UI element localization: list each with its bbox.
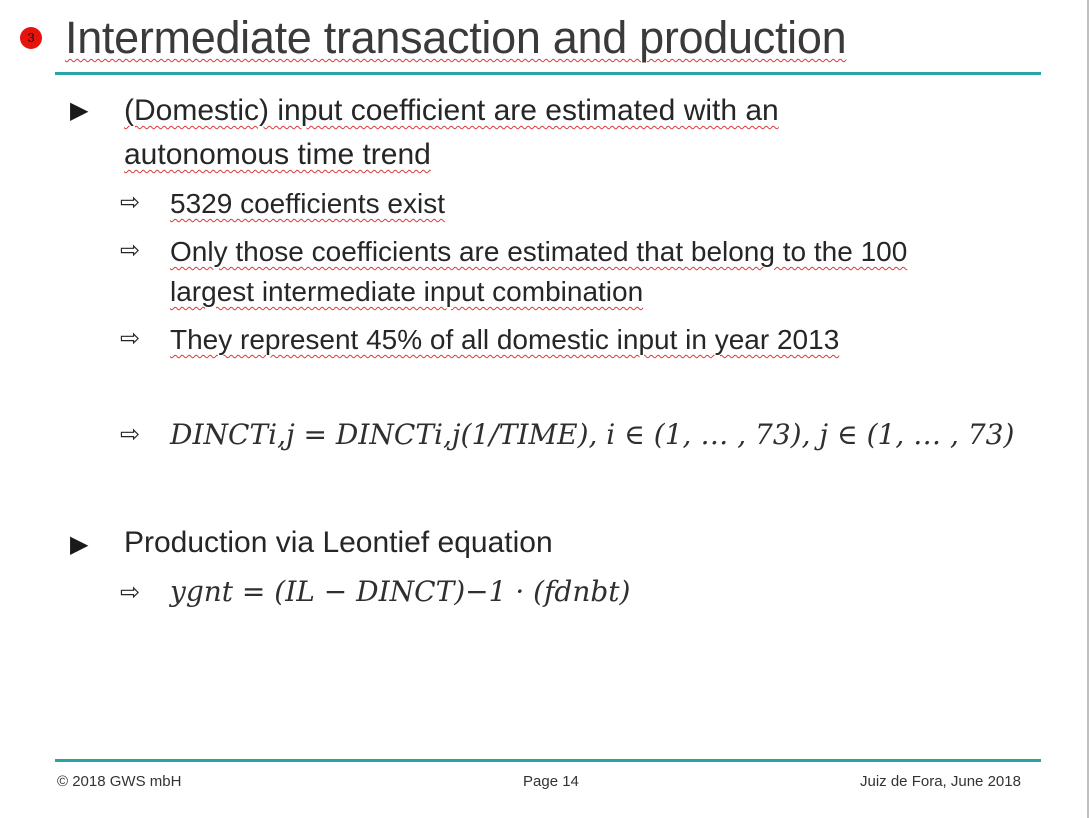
footer-copyright: © 2018 GWS mbH [57, 773, 182, 790]
triangle-bullet-icon: ▶ [70, 531, 89, 558]
arrow-bullet-icon: ⇨ [120, 189, 141, 216]
dinct-formula: DINCTi,j = DINCTi,j(1/TIME), i ∈ (1, … ,… [170, 418, 1015, 451]
bullet-1-line-2: autonomous time trend [124, 138, 431, 171]
bullet-1-line-1: (Domestic) input coefficient are estimat… [124, 94, 779, 127]
slide-title: Intermediate transaction and production [65, 12, 847, 63]
leontief-formula: ygnt = (IL − DINCT)−1 · (fdnbt) [170, 575, 631, 608]
footer-page-number: Page 14 [523, 773, 579, 790]
arrow-bullet-icon: ⇨ [120, 421, 141, 448]
arrow-bullet-icon: ⇨ [120, 579, 141, 606]
sub-bullet-2-line-1: Only those coefficients are estimated th… [170, 236, 908, 267]
triangle-bullet-icon: ▶ [70, 97, 89, 124]
arrow-bullet-icon: ⇨ [120, 237, 141, 264]
footer-divider [55, 759, 1041, 762]
bullet-2-text: Production via Leontief equation [124, 526, 553, 559]
footer-location-date: Juiz de Fora, June 2018 [860, 773, 1021, 790]
sub-bullet-3: They represent 45% of all domestic input… [170, 324, 840, 355]
arrow-bullet-icon: ⇨ [120, 325, 141, 352]
sub-bullet-2-line-2: largest intermediate input combination [170, 276, 644, 307]
title-divider [55, 72, 1041, 75]
slide-number-badge: 3 [20, 27, 42, 49]
slide: 3 Intermediate transaction and productio… [0, 0, 1089, 818]
sub-bullet-1: 5329 coefficients exist [170, 188, 445, 219]
